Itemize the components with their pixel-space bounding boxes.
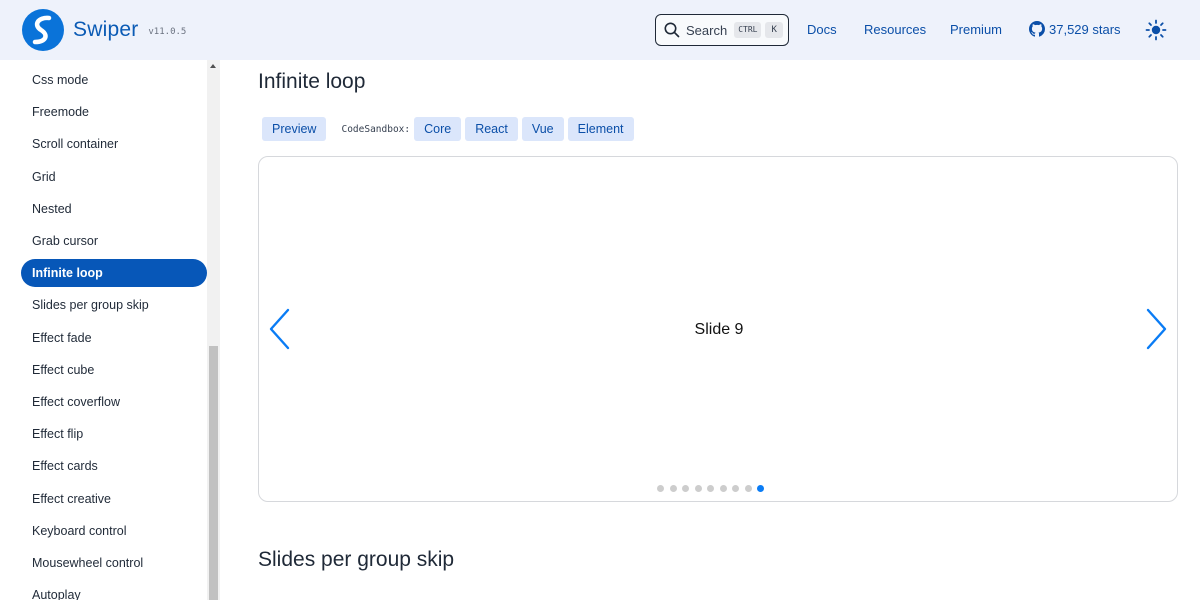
nav-docs[interactable]: Docs <box>807 22 837 37</box>
sidebar-item-infinite-loop[interactable]: Infinite loop <box>21 259 207 288</box>
scroll-up-arrow-icon[interactable] <box>210 64 216 68</box>
sidebar-item-mousewheel-control[interactable]: Mousewheel control <box>21 549 207 577</box>
kbd-ctrl: CTRL <box>734 22 762 38</box>
pagination-dot[interactable] <box>707 485 714 492</box>
codesandbox-vue-button[interactable]: Vue <box>521 117 564 141</box>
codesandbox-element-button[interactable]: Element <box>567 117 634 141</box>
sidebar-item-effect-cube[interactable]: Effect cube <box>21 356 207 384</box>
sidebar-item-autoplay[interactable]: Autoplay <box>21 581 207 600</box>
pagination-dot[interactable] <box>719 485 727 492</box>
logo-text: Swiper <box>73 18 139 41</box>
sidebar-item-freemode[interactable]: Freemode <box>21 98 207 126</box>
top-header: Swiper v11.0.5 Search CTRL K Docs Resour… <box>0 0 1200 60</box>
swiper-logo-icon <box>22 9 64 51</box>
stars-count: 37,529 stars <box>1049 21 1121 37</box>
sidebar-scrollbar[interactable] <box>207 60 220 600</box>
sidebar: Css mode Freemode Scroll container Grid Nest… <box>0 60 220 600</box>
codesandbox-react-button[interactable]: React <box>465 117 518 141</box>
pagination-dot[interactable] <box>744 485 752 492</box>
preview-button[interactable]: Preview <box>262 117 327 141</box>
sun-icon <box>1145 19 1167 41</box>
search-icon <box>664 22 680 38</box>
github-icon <box>1029 21 1045 37</box>
pagination-dots <box>657 485 770 492</box>
pagination-dot[interactable] <box>669 485 677 492</box>
sidebar-item-effect-coverflow[interactable]: Effect coverflow <box>21 388 207 416</box>
version-label: v11.0.5 <box>148 27 187 37</box>
prev-slide-button[interactable] <box>267 307 293 351</box>
demo-links-row: Preview CodeSandbox: Core React Vue Elem… <box>262 117 638 141</box>
sidebar-item-effect-creative[interactable]: Effect creative <box>21 485 207 513</box>
chevron-left-icon <box>269 308 290 350</box>
pagination-dot[interactable] <box>732 485 739 492</box>
sidebar-item-nested[interactable]: Nested <box>21 195 207 223</box>
sidebar-item-effect-fade[interactable]: Effect fade <box>21 324 207 352</box>
kbd-k: K <box>765 22 783 38</box>
pagination-dot[interactable] <box>694 485 702 492</box>
section-title-infinite-loop: Infinite loop <box>258 70 366 93</box>
scrollbar-thumb[interactable] <box>209 346 218 600</box>
search-button[interactable]: Search CTRL K <box>655 14 789 46</box>
logo-link[interactable]: Swiper v11.0.5 <box>22 9 186 51</box>
pagination-dot[interactable] <box>682 485 689 492</box>
sidebar-item-keyboard-control[interactable]: Keyboard control <box>21 517 207 545</box>
swiper-preview[interactable]: Slide 9 <box>258 156 1178 502</box>
codesandbox-core-button[interactable]: Core <box>414 117 462 141</box>
github-stars-link[interactable]: 37,529 stars <box>1029 21 1121 37</box>
nav-premium[interactable]: Premium <box>950 22 1002 37</box>
next-slide-button[interactable] <box>1143 307 1169 351</box>
theme-toggle-button[interactable] <box>1145 19 1167 41</box>
section-title-slides-per-group-skip: Slides per group skip <box>258 548 455 571</box>
sidebar-item-slides-per-group-skip[interactable]: Slides per group skip <box>21 291 207 319</box>
sidebar-item-effect-flip[interactable]: Effect flip <box>21 420 207 448</box>
nav-resources[interactable]: Resources <box>864 22 926 37</box>
codesandbox-label: CodeSandbox: <box>341 123 411 135</box>
sidebar-item-grid[interactable]: Grid <box>21 163 207 191</box>
main-content: Infinite loop Preview CodeSandbox: Core … <box>220 60 1200 600</box>
sidebar-item-effect-cards[interactable]: Effect cards <box>21 452 207 480</box>
search-label: Search <box>686 22 728 38</box>
sidebar-item-grab-cursor[interactable]: Grab cursor <box>21 227 207 255</box>
sidebar-item-css-mode[interactable]: Css mode <box>21 66 207 94</box>
pagination-dot[interactable] <box>757 485 764 492</box>
chevron-right-icon <box>1146 308 1167 350</box>
sidebar-item-scroll-container[interactable]: Scroll container <box>21 130 207 158</box>
slide-content: Slide 9 <box>694 321 744 338</box>
pagination-dot[interactable] <box>657 485 664 492</box>
